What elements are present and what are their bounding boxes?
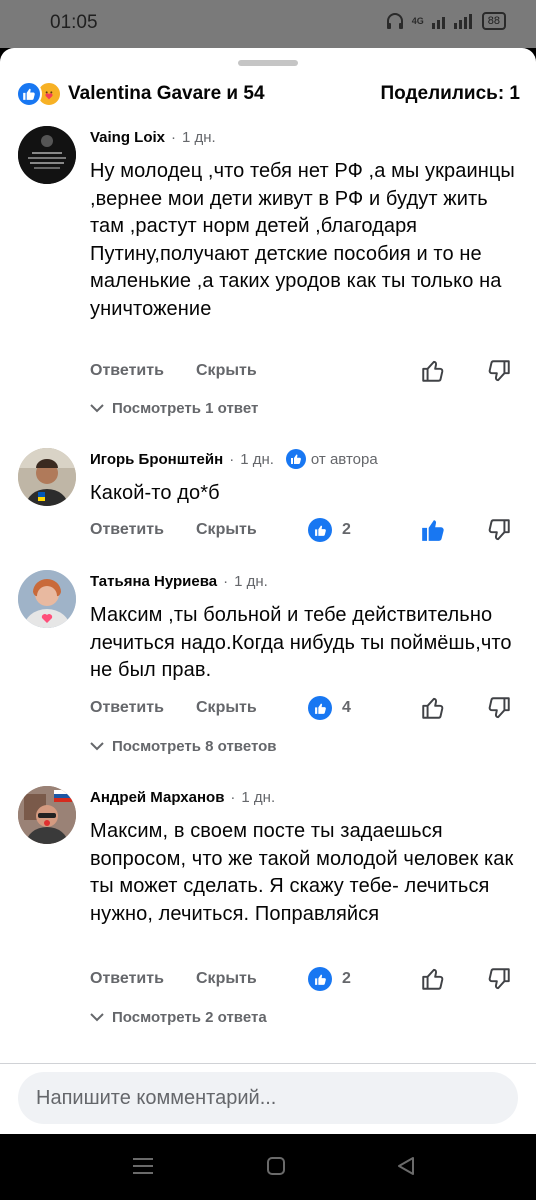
battery-indicator: 88 <box>481 12 506 30</box>
comment-input[interactable]: Напишите комментарий... <box>18 1072 518 1124</box>
system-nav-bar <box>0 1134 536 1200</box>
chevron-down-icon <box>90 404 104 413</box>
comment-text: Максим ,ты больной и тебе действительно … <box>90 604 512 681</box>
like-reaction-icon <box>308 967 332 991</box>
thumbs-down-icon[interactable] <box>486 358 512 384</box>
author-badge: от автора <box>285 449 378 469</box>
separator-dot: · <box>223 572 229 590</box>
thumbs-down-icon[interactable] <box>486 517 512 543</box>
separator-dot: · <box>230 788 236 806</box>
comment-author[interactable]: Андрей Марханов <box>90 789 224 806</box>
view-replies-label: Посмотреть 8 ответов <box>112 737 277 755</box>
back-icon[interactable] <box>396 1156 416 1176</box>
thumbs-up-icon[interactable] <box>420 358 446 384</box>
comment-actions: Ответить Скрыть 2 <box>90 964 518 994</box>
reactions-summary[interactable]: Valentina Gavare и 54 Поделились: 1 <box>16 80 520 108</box>
reply-button[interactable]: Ответить <box>90 970 196 988</box>
reactors-text[interactable]: Valentina Gavare и 54 <box>68 83 265 105</box>
like-reaction-icon <box>16 81 42 107</box>
reply-button[interactable]: Ответить <box>90 699 196 717</box>
menu-icon[interactable] <box>132 1156 154 1176</box>
like-reaction-icon <box>308 696 332 720</box>
comments-sheet: Valentina Gavare и 54 Поделились: 1 Vain… <box>0 48 536 1134</box>
separator-dot: · <box>229 450 235 468</box>
avatar[interactable] <box>18 570 76 628</box>
avatar[interactable] <box>18 786 76 844</box>
view-replies-label: Посмотреть 2 ответа <box>112 1008 267 1026</box>
like-count[interactable]: 2 <box>308 967 351 991</box>
like-count[interactable]: 2 <box>308 518 351 542</box>
like-count-value: 2 <box>342 970 351 987</box>
thumbs-down-icon[interactable] <box>486 695 512 721</box>
like-reaction-icon <box>308 518 332 542</box>
chevron-down-icon <box>90 1013 104 1022</box>
reply-button[interactable]: Ответить <box>90 521 196 539</box>
comment-time[interactable]: 1 дн. <box>240 451 274 468</box>
reply-button[interactable]: Ответить <box>90 362 196 380</box>
hide-button[interactable]: Скрыть <box>196 699 296 717</box>
comment-text: Максим, в своем посте ты задаешься вопро… <box>90 820 514 925</box>
status-time: 01:05 <box>50 12 98 33</box>
comment-author[interactable]: Татьяна Нуриева <box>90 573 217 590</box>
view-replies-button[interactable]: Посмотреть 8 ответов <box>90 734 277 758</box>
thumbs-up-icon[interactable] <box>420 695 446 721</box>
hide-button[interactable]: Скрыть <box>196 362 296 380</box>
headphones-icon <box>386 13 403 29</box>
hide-button[interactable]: Скрыть <box>196 970 296 988</box>
comment-time[interactable]: 1 дн. <box>241 789 275 806</box>
like-count[interactable]: 4 <box>308 696 351 720</box>
thumbs-up-filled-icon[interactable] <box>420 517 446 543</box>
author-badge-icon <box>285 449 306 469</box>
separator-dot: · <box>171 128 177 146</box>
home-icon[interactable] <box>266 1156 286 1176</box>
comment-text: Какой-то до*б <box>90 482 220 504</box>
avatar[interactable] <box>18 126 76 184</box>
view-replies-label: Посмотреть 1 ответ <box>112 399 259 417</box>
network-label: 4G <box>411 16 424 26</box>
comment-time[interactable]: 1 дн. <box>182 129 216 146</box>
avatar[interactable] <box>18 448 76 506</box>
comment-author[interactable]: Vaing Loix <box>90 129 165 146</box>
thumbs-up-icon[interactable] <box>420 966 446 992</box>
comment-input-placeholder: Напишите комментарий... <box>36 1086 277 1109</box>
hide-button[interactable]: Скрыть <box>196 521 296 539</box>
comment-actions: Ответить Скрыть <box>90 356 518 386</box>
view-replies-button[interactable]: Посмотреть 1 ответ <box>90 396 258 420</box>
compose-divider <box>0 1063 536 1064</box>
comment-time[interactable]: 1 дн. <box>234 573 268 590</box>
like-count-value: 4 <box>342 699 351 716</box>
comment-author[interactable]: Игорь Бронштейн <box>90 451 223 468</box>
signal-icon <box>431 14 472 29</box>
reaction-icons <box>16 81 62 107</box>
thumbs-down-icon[interactable] <box>486 966 512 992</box>
like-count-value: 2 <box>342 521 351 538</box>
author-badge-label: от автора <box>310 450 378 468</box>
status-icons: 4G 88 <box>386 12 506 30</box>
chevron-down-icon <box>90 742 104 751</box>
comment-text: Ну молодец ,что тебя нет РФ ,а мы украин… <box>90 160 515 320</box>
comment-actions: Ответить Скрыть 2 <box>90 515 518 545</box>
shares-count[interactable]: Поделились: 1 <box>380 83 520 105</box>
status-bar: 01:05 4G 88 <box>0 0 536 48</box>
comment-actions: Ответить Скрыть 4 <box>90 693 518 723</box>
sheet-grabber[interactable] <box>238 60 298 66</box>
view-replies-button[interactable]: Посмотреть 2 ответа <box>90 1005 267 1029</box>
